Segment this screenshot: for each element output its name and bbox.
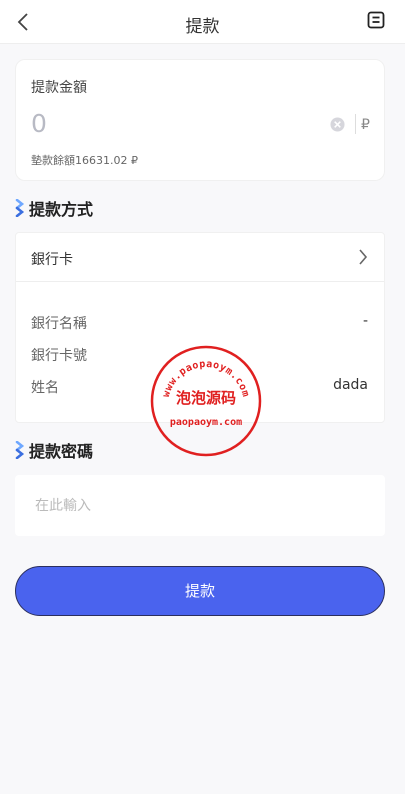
submit-button[interactable]: 提款: [15, 566, 385, 616]
bank-name-label: 銀行名稱: [31, 316, 87, 332]
amount-card: 提款金額 0 ₽ 墊款餘額16631.02 ₽: [15, 59, 385, 181]
method-select[interactable]: 銀行卡: [16, 233, 384, 282]
method-section-header: 提款方式: [15, 196, 93, 220]
password-input[interactable]: [35, 495, 365, 517]
watermark-stamp: www.paopaoym.com 泡泡源码 paopaoym.com: [150, 345, 262, 457]
chevron-right-icon: [359, 249, 368, 265]
currency-symbol: ₽: [361, 117, 370, 133]
card-number-label: 銀行卡號: [31, 348, 87, 364]
watermark-bottom-text: paopaoym.com: [170, 417, 242, 428]
section-icon: [15, 199, 25, 217]
method-value: 銀行卡: [31, 252, 73, 268]
clear-icon[interactable]: [330, 117, 345, 132]
password-card: [15, 475, 385, 536]
record-icon[interactable]: [367, 11, 385, 29]
section-icon: [15, 441, 25, 459]
account-name-label: 姓名: [31, 380, 59, 396]
balance-text: 墊款餘額16631.02 ₽: [31, 154, 138, 167]
amount-input[interactable]: 0: [31, 109, 47, 138]
amount-label: 提款金額: [31, 80, 87, 96]
section-title: 提款方式: [29, 200, 94, 219]
section-title: 提款密碼: [29, 442, 94, 461]
account-name-value: dada: [333, 377, 368, 393]
divider: [355, 114, 356, 134]
password-section-header: 提款密碼: [15, 438, 93, 462]
watermark-middle-text: 泡泡源码: [176, 389, 236, 407]
top-bar: 提款: [0, 0, 405, 44]
bank-name-value: -: [362, 313, 368, 329]
page-title: 提款: [185, 17, 220, 37]
